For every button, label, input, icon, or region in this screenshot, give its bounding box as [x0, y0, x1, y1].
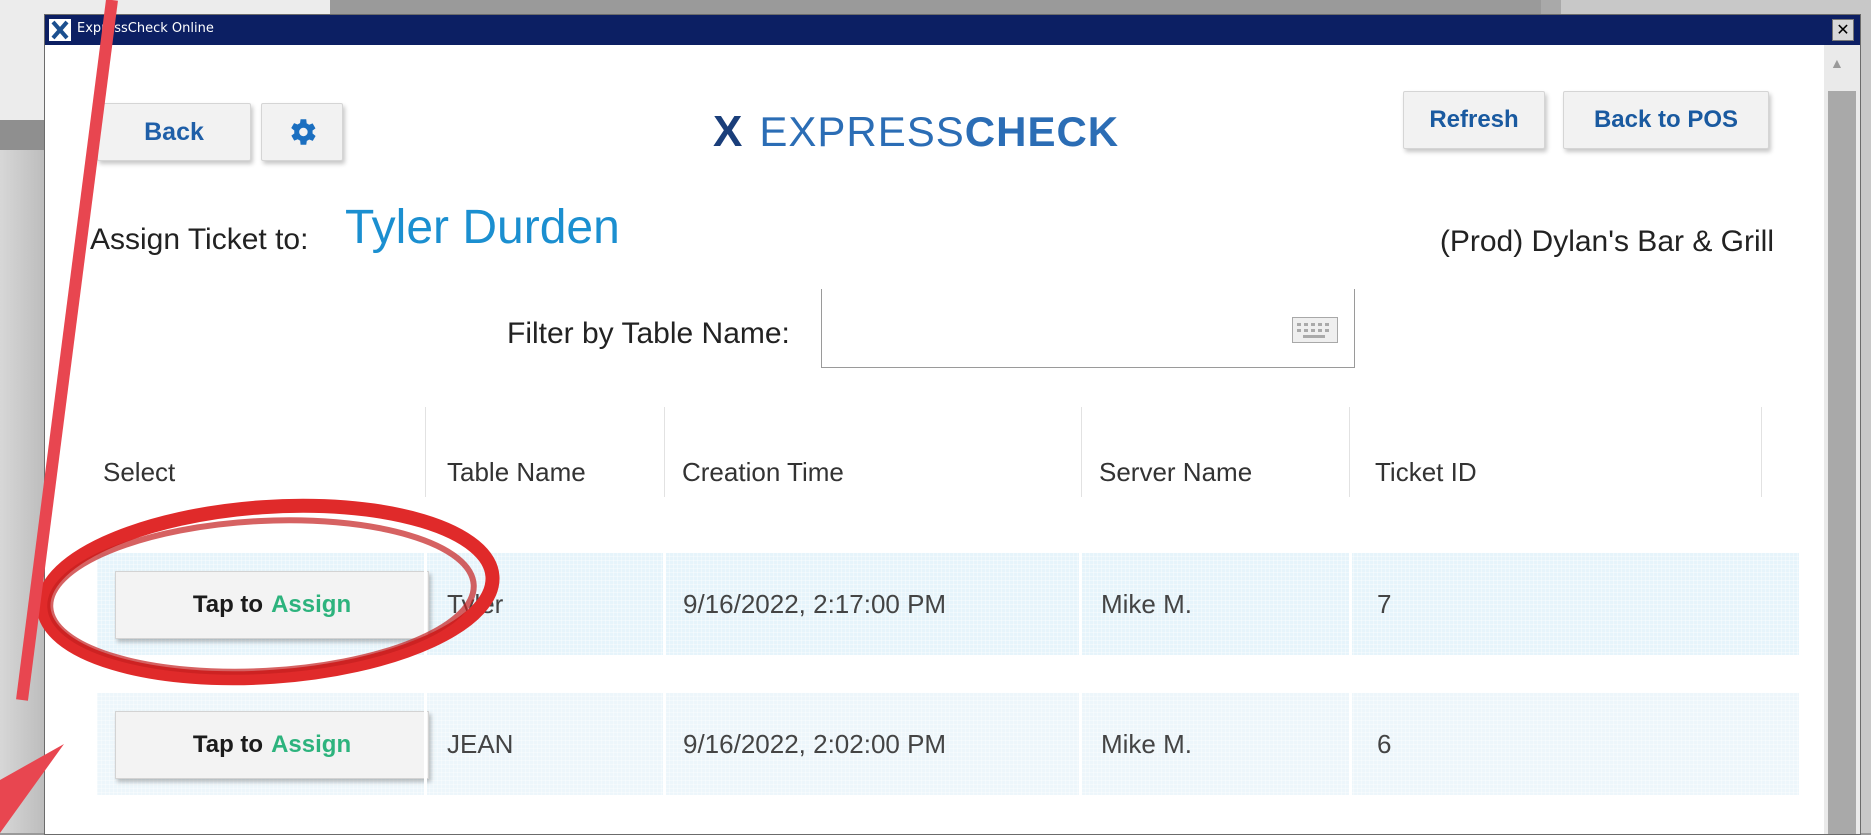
refresh-button[interactable]: Refresh: [1403, 91, 1545, 149]
header-select: Select: [103, 457, 176, 487]
tap-to-assign-button[interactable]: Tap to Assign: [115, 571, 429, 639]
button-text-assign: Assign: [271, 591, 352, 618]
tap-to-assign-button[interactable]: Tap to Assign: [115, 711, 429, 779]
cell-divider: [424, 553, 427, 655]
cell-creation-time: 9/16/2022, 2:17:00 PM: [683, 589, 947, 619]
gear-icon: [291, 119, 316, 145]
cell-divider: [1349, 693, 1352, 795]
cell-ticket-id: 7: [1377, 589, 1392, 619]
cell-ticket-id: 6: [1377, 729, 1392, 759]
filter-label: Filter by Table Name:: [507, 317, 790, 350]
background-panel-left: [0, 150, 44, 833]
cell-table-name: Tyler: [447, 589, 504, 619]
cell-divider: [663, 693, 666, 795]
close-icon[interactable]: ✕: [1832, 19, 1854, 41]
logo-mark: X: [713, 107, 744, 156]
title-bar[interactable]: ExpressCheck Online ✕: [45, 15, 1860, 45]
expresscheck-x-icon: [49, 19, 71, 41]
cell-divider: [1079, 553, 1082, 655]
vertical-scrollbar[interactable]: ▲: [1824, 45, 1860, 834]
filter-input[interactable]: [832, 289, 1276, 361]
cell-server-name: Mike M.: [1101, 729, 1192, 759]
expresscheck-window: ExpressCheck Online ✕ ▲ Back X EXPRESS C…: [44, 14, 1861, 835]
settings-button[interactable]: [261, 103, 343, 161]
logo-text-check: CHECK: [964, 108, 1120, 155]
scrollbar-thumb[interactable]: [1828, 91, 1856, 834]
back-button[interactable]: Back: [97, 103, 251, 161]
keyboard-icon[interactable]: [1292, 317, 1338, 343]
expresscheck-logo: X EXPRESS CHECK: [713, 107, 1119, 157]
table-row: Tap to Assign JEAN 9/16/2022, 2:02:00 PM…: [97, 693, 1799, 795]
cell-divider: [1079, 693, 1082, 795]
button-text-tap: Tap to: [192, 731, 264, 758]
cell-divider: [663, 553, 666, 655]
cell-table-name: JEAN: [447, 729, 514, 759]
button-text-tap: Tap to: [192, 591, 264, 618]
cell-creation-time: 9/16/2022, 2:02:00 PM: [683, 729, 947, 759]
window-title: ExpressCheck Online: [77, 21, 214, 36]
scroll-up-arrow-icon[interactable]: ▲: [1830, 55, 1844, 71]
column-divider: [425, 407, 426, 497]
table-row: Tap to Assign Tyler 9/16/2022, 2:17:00 P…: [97, 553, 1799, 655]
column-divider: [1081, 407, 1082, 497]
column-divider: [664, 407, 665, 497]
cell-divider: [1349, 553, 1352, 655]
header-table-name: Table Name: [447, 457, 586, 487]
assign-ticket-label: Assign Ticket to:: [90, 223, 309, 256]
button-text-assign: Assign: [271, 731, 352, 758]
header-ticket-id: Ticket ID: [1375, 457, 1477, 487]
cell-divider: [424, 693, 427, 795]
back-to-pos-button[interactable]: Back to POS: [1563, 91, 1769, 149]
header-server-name: Server Name: [1099, 457, 1253, 487]
column-divider: [1349, 407, 1350, 497]
header-creation-time: Creation Time: [682, 457, 844, 487]
cell-server-name: Mike M.: [1101, 589, 1192, 619]
main-content: Back X EXPRESS CHECK Refresh Back to POS…: [45, 45, 1824, 834]
venue-name: (Prod) Dylan's Bar & Grill: [1439, 225, 1774, 258]
logo-text-express: EXPRESS: [759, 108, 965, 155]
column-divider: [1761, 407, 1762, 497]
assigned-server-name: Tyler Durden: [345, 201, 620, 254]
filter-field[interactable]: [821, 289, 1355, 368]
